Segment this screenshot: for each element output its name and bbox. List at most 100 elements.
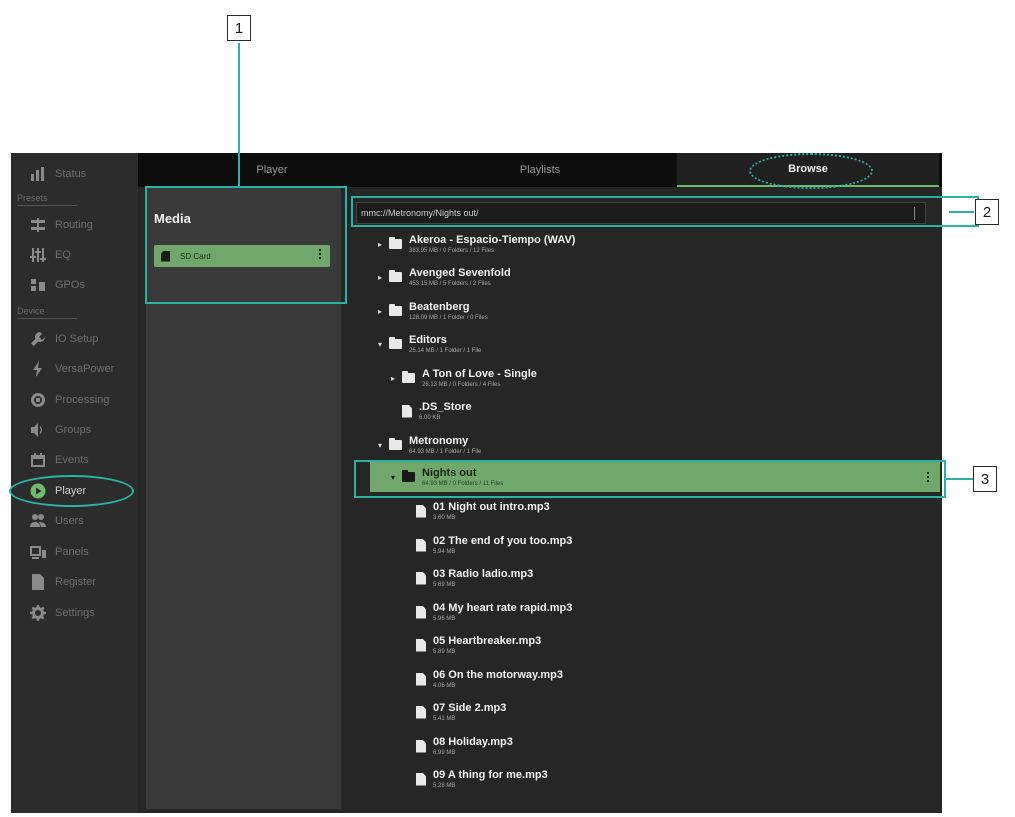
sidebar-item-routing[interactable]: Routing bbox=[11, 211, 138, 239]
folder-row[interactable]: ▸ Akeroa - Espacio-Tiempo (WAV) 383.95 MB … bbox=[375, 229, 918, 259]
sidebar-section-presets: Presets bbox=[17, 193, 48, 203]
chevron-right-icon[interactable]: ▸ bbox=[388, 374, 398, 383]
divider bbox=[17, 205, 77, 206]
folder-row[interactable]: ▾ Metronomy 64.93 MB / 1 Folder / 1 File bbox=[375, 430, 918, 460]
folder-icon bbox=[389, 438, 402, 450]
lightning-icon bbox=[23, 361, 53, 377]
item-name: 07 Side 2.mp3 bbox=[433, 701, 507, 714]
file-row[interactable]: 06 On the motorway.mp3 4.06 MB bbox=[412, 664, 918, 694]
chevron-right-icon[interactable]: ▸ bbox=[375, 240, 385, 249]
callout-number-3: 3 bbox=[973, 466, 997, 492]
sidebar-item-users[interactable]: Users bbox=[11, 507, 138, 535]
sidebar-item-panels[interactable]: Panels bbox=[11, 538, 138, 566]
file-row[interactable]: .DS_Store 6.00 KB bbox=[398, 396, 918, 426]
gpo-icon bbox=[23, 277, 53, 293]
tab-player[interactable]: Player bbox=[138, 153, 406, 187]
item-meta: 6.00 KB bbox=[419, 414, 441, 421]
file-row[interactable]: 02 The end of you too.mp3 5.94 MB bbox=[412, 530, 918, 560]
folder-row[interactable]: ▾ Editors 26.14 MB / 1 Folder / 1 File bbox=[375, 329, 918, 359]
file-icon bbox=[416, 772, 426, 786]
callout-number-1: 1 bbox=[227, 15, 251, 41]
item-meta: 128.09 MB / 1 Folder / 0 Files bbox=[409, 314, 488, 321]
row-text: 09 A thing for me.mp3 5.28 MB bbox=[433, 769, 548, 790]
row-text: Editors 26.14 MB / 1 Folder / 1 File bbox=[409, 334, 481, 355]
sidebar-item-groups[interactable]: Groups bbox=[11, 416, 138, 444]
item-name: A Ton of Love - Single bbox=[422, 367, 537, 380]
file-row[interactable]: 05 Heartbreaker.mp3 5.89 MB bbox=[412, 630, 918, 660]
highlight-ellipse-browse bbox=[749, 153, 873, 189]
routing-icon bbox=[23, 217, 53, 233]
item-name: 04 My heart rate rapid.mp3 bbox=[433, 601, 573, 614]
eq-sliders-icon bbox=[23, 247, 53, 263]
file-row[interactable]: 07 Side 2.mp3 5.41 MB bbox=[412, 697, 918, 727]
file-row[interactable]: 09 A thing for me.mp3 5.28 MB bbox=[412, 764, 918, 794]
file-row[interactable]: 04 My heart rate rapid.mp3 5.96 MB bbox=[412, 597, 918, 627]
sidebar-item-gpos[interactable]: GPOs bbox=[11, 271, 138, 299]
sidebar-item-label: Events bbox=[55, 454, 89, 466]
chevron-right-icon[interactable]: ▸ bbox=[375, 307, 385, 316]
file-row[interactable]: 08 Holiday.mp3 6.99 MB bbox=[412, 731, 918, 761]
chevron-right-icon[interactable]: ▸ bbox=[375, 273, 385, 282]
item-meta: 5.96 MB bbox=[433, 615, 456, 622]
folder-row[interactable]: ▸ Beatenberg 128.09 MB / 1 Folder / 0 File… bbox=[375, 296, 918, 326]
file-icon bbox=[416, 605, 426, 619]
speaker-icon bbox=[23, 422, 53, 438]
callout-number-2: 2 bbox=[975, 199, 999, 225]
document-icon bbox=[23, 574, 53, 590]
file-icon bbox=[416, 638, 426, 652]
chevron-down-icon[interactable]: ▾ bbox=[375, 340, 385, 349]
file-icon bbox=[416, 739, 426, 753]
sidebar-item-status[interactable]: Status bbox=[11, 160, 138, 188]
folder-icon bbox=[402, 371, 415, 383]
sidebar-item-events[interactable]: Events bbox=[11, 446, 138, 474]
file-row[interactable]: 03 Radio ladio.mp3 5.69 MB bbox=[412, 563, 918, 593]
callout-line-3 bbox=[946, 478, 974, 480]
sidebar-item-label: Status bbox=[55, 168, 87, 180]
row-text: Akeroa - Espacio-Tiempo (WAV) 383.95 MB /… bbox=[409, 234, 575, 255]
item-meta: 5.94 MB bbox=[433, 548, 456, 555]
item-meta: 6.99 MB bbox=[433, 749, 456, 756]
folder-row[interactable]: ▸ Avenged Sevenfold 453.15 MB / 5 Folders … bbox=[375, 262, 918, 292]
row-text: .DS_Store 6.00 KB bbox=[419, 401, 472, 422]
gear-icon bbox=[23, 605, 53, 621]
item-meta: 5.28 MB bbox=[433, 782, 456, 789]
row-text: Beatenberg 128.09 MB / 1 Folder / 0 Files bbox=[409, 301, 488, 322]
folder-row[interactable]: ▸ A Ton of Love - Single 26.13 MB / 0 Fold… bbox=[388, 363, 918, 393]
sidebar-item-io-setup[interactable]: IO Setup bbox=[11, 325, 138, 353]
highlight-ellipse-player bbox=[9, 475, 134, 507]
bar-chart-icon bbox=[23, 166, 53, 182]
item-meta: 5.41 MB bbox=[433, 715, 456, 722]
calendar-icon bbox=[23, 452, 53, 468]
sidebar-item-register[interactable]: Register bbox=[11, 568, 138, 596]
item-meta: 3.60 MB bbox=[433, 514, 456, 521]
row-text: 04 My heart rate rapid.mp3 5.96 MB bbox=[433, 602, 572, 623]
row-text: 07 Side 2.mp3 5.41 MB bbox=[433, 702, 506, 723]
sidebar-item-eq[interactable]: EQ bbox=[11, 241, 138, 269]
callout-line-2 bbox=[949, 211, 974, 213]
callout-box-media bbox=[145, 186, 347, 304]
item-meta: 26.13 MB / 0 Folders / 4 Files bbox=[422, 381, 501, 388]
sidebar-item-processing[interactable]: Processing bbox=[11, 386, 138, 414]
item-meta: 383.95 MB / 0 Folders / 12 Files bbox=[409, 247, 495, 254]
row-text: Metronomy 64.93 MB / 1 Folder / 1 File bbox=[409, 435, 481, 456]
row-text: A Ton of Love - Single 26.13 MB / 0 Folde… bbox=[422, 368, 537, 389]
sidebar-item-versapower[interactable]: VersaPower bbox=[11, 355, 138, 383]
item-name: 02 The end of you too.mp3 bbox=[433, 534, 573, 547]
users-icon bbox=[23, 513, 53, 529]
tab-playlists[interactable]: Playlists bbox=[406, 153, 674, 187]
browse-panel: mmc://Metronomy/Nights out/ ▸ Akeroa - Es… bbox=[348, 187, 942, 813]
sidebar-item-label: IO Setup bbox=[55, 333, 99, 345]
item-meta: 26.14 MB / 1 Folder / 1 File bbox=[409, 347, 482, 354]
chip-icon bbox=[23, 392, 53, 408]
row-text: 01 Night out intro.mp3 3.60 MB bbox=[433, 501, 550, 522]
chevron-down-icon[interactable]: ▾ bbox=[375, 441, 385, 450]
item-meta: 64.93 MB / 1 Folder / 1 File bbox=[409, 448, 482, 455]
item-meta: 4.06 MB bbox=[433, 682, 456, 689]
callout-box-selected-folder bbox=[354, 460, 946, 498]
item-name: Beatenberg bbox=[409, 300, 470, 313]
sidebar-item-label: GPOs bbox=[55, 279, 85, 291]
file-row[interactable]: 01 Night out intro.mp3 3.60 MB bbox=[412, 496, 918, 526]
sidebar-section-device: Device bbox=[17, 306, 45, 316]
file-icon bbox=[416, 538, 426, 552]
sidebar-item-settings[interactable]: Settings bbox=[11, 599, 138, 627]
